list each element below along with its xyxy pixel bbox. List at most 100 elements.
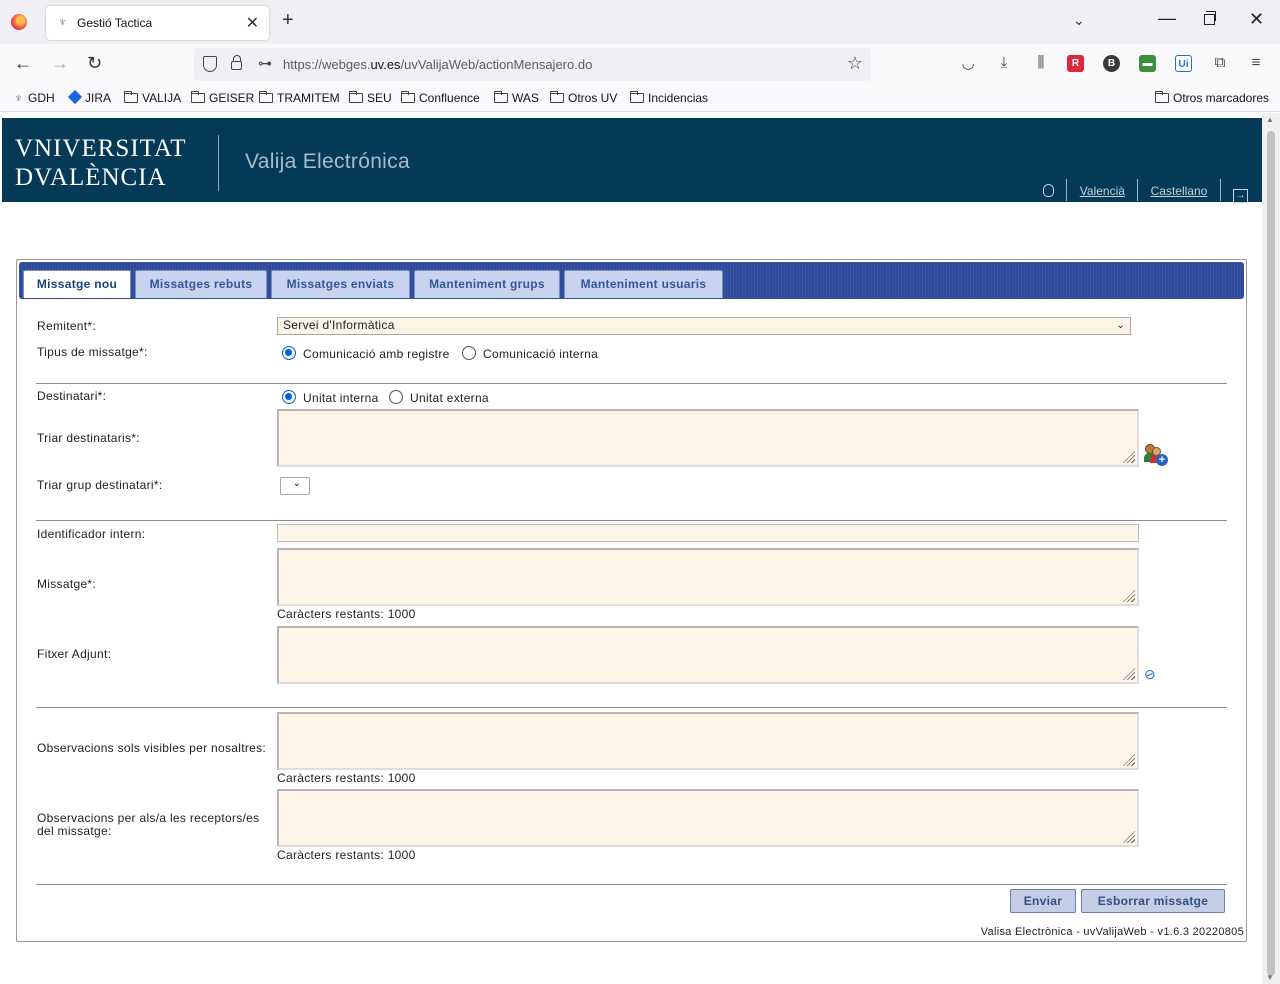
downloads-icon[interactable]: ⤓ <box>994 54 1014 71</box>
logout-icon[interactable]: → <box>1233 189 1248 203</box>
new-tab-icon[interactable]: + <box>282 9 294 32</box>
radio-comunicacio-registre[interactable] <box>282 346 296 360</box>
url-text[interactable]: https://webges.uv.es/uvValijaWeb/actionM… <box>283 57 592 72</box>
tab-title: Gestió Tactica <box>77 16 153 30</box>
enviar-button[interactable]: Enviar <box>1010 889 1076 913</box>
radio-comunicacio-registre-label: Comunicació amb registre <box>303 347 450 361</box>
remitent-label: Remitent*: <box>37 319 97 333</box>
university-logo[interactable]: VNIVERSITAT DVALÈNCIA <box>15 134 187 192</box>
resize-grip-icon[interactable] <box>1123 668 1135 680</box>
bookmark-geiser[interactable]: GEISER <box>190 91 254 105</box>
tab-manteniment-grups[interactable]: Manteniment grups <box>414 270 560 298</box>
forward-icon[interactable]: → <box>51 53 69 74</box>
help-icon[interactable] <box>1043 184 1055 197</box>
add-recipients-icon[interactable]: + <box>1144 444 1168 466</box>
tab-missatges-rebuts[interactable]: Missatges rebuts <box>135 270 267 298</box>
folder-icon <box>1154 91 1169 103</box>
radio-unitat-externa[interactable] <box>389 390 403 404</box>
bookmark-tramitem[interactable]: TRAMITEM <box>258 91 340 105</box>
obs-receptors-label-2: del missatge: <box>37 824 112 838</box>
resize-grip-icon[interactable] <box>1123 831 1135 843</box>
folder-icon <box>629 91 644 103</box>
radio-unitat-externa-label: Unitat externa <box>410 391 489 405</box>
lock-icon[interactable] <box>231 55 242 70</box>
divider <box>36 884 1227 885</box>
list-tabs-chevron-icon[interactable]: ⌄ <box>1073 12 1085 29</box>
page-scrollbar[interactable]: ▲ ▼ <box>1262 113 1280 984</box>
resize-grip-icon[interactable] <box>1123 451 1135 463</box>
tracking-shield-icon[interactable] <box>203 56 217 72</box>
divider <box>36 383 1227 384</box>
browser-tab[interactable]: ♆ Gestió Tactica ✕ <box>46 6 269 40</box>
radio-comunicacio-interna[interactable] <box>462 346 476 360</box>
browser-navbar: ← → ↻ ⊶ https://webges.uv.es/uvValijaWeb… <box>0 44 1280 86</box>
esborrar-missatge-button[interactable]: Esborrar missatge <box>1081 889 1225 913</box>
tab-favicon-icon: ♆ <box>58 15 67 29</box>
lang-valencia-link[interactable]: Valencià <box>1080 184 1125 198</box>
address-bar[interactable]: ⊶ https://webges.uv.es/uvValijaWeb/actio… <box>194 48 871 81</box>
bookmarks-bar: ♆ GDH JIRA VALIJA GEISER TRAMITEM SEU Con… <box>0 86 1280 112</box>
remitent-select[interactable]: Servei d'Informàtica ⌄ <box>277 317 1131 335</box>
bookmark-star-icon[interactable]: ☆ <box>847 53 863 74</box>
firefox-menu-icon[interactable] <box>11 14 27 30</box>
tab-missatges-enviats[interactable]: Missatges enviats <box>271 270 410 298</box>
radio-unitat-interna[interactable] <box>282 390 296 404</box>
tab-close-icon[interactable]: ✕ <box>246 13 259 33</box>
extension-print-icon[interactable]: ▬ <box>1139 55 1156 72</box>
extensions-puzzle-icon[interactable]: ⧉ <box>1210 54 1230 71</box>
back-icon[interactable]: ← <box>14 53 32 74</box>
destinataris-textarea[interactable] <box>277 409 1139 467</box>
identificador-label: Identificador intern: <box>37 527 146 541</box>
form-panel: Missatge nou Missatges rebuts Missatges … <box>16 259 1247 942</box>
lang-castellano-link[interactable]: Castellano <box>1151 184 1208 198</box>
missatge-counter: Caràcters restants: 1000 <box>277 607 416 621</box>
permissions-icon[interactable]: ⊶ <box>258 55 272 72</box>
extension-b-icon[interactable]: B <box>1103 55 1120 72</box>
reload-icon[interactable]: ↻ <box>87 53 102 74</box>
bookmark-incidencias[interactable]: Incidencias <box>629 91 708 105</box>
grup-destinatari-select[interactable]: ⌄ <box>280 477 310 495</box>
page-content: VNIVERSITAT DVALÈNCIA Valija Electrónica… <box>0 113 1262 984</box>
identificador-input[interactable] <box>277 524 1139 542</box>
scroll-thumb[interactable] <box>1267 131 1275 976</box>
restore-icon[interactable] <box>1204 11 1216 25</box>
bookmark-was[interactable]: WAS <box>493 91 539 105</box>
jira-icon <box>67 89 83 105</box>
missatge-label: Missatge*: <box>37 577 97 591</box>
tab-missatge-nou[interactable]: Missatge nou <box>23 270 131 298</box>
tab-strip: Missatge nou Missatges rebuts Missatges … <box>19 262 1244 299</box>
bookmark-otros-uv[interactable]: Otros UV <box>549 91 617 105</box>
library-icon[interactable]: ⫼ <box>1031 54 1051 71</box>
minimize-icon[interactable]: — <box>1158 8 1176 29</box>
obs-nosaltres-textarea[interactable] <box>277 712 1139 770</box>
bookmark-confluence[interactable]: Confluence <box>400 91 480 105</box>
resize-grip-icon[interactable] <box>1123 754 1135 766</box>
destinatari-label: Destinatari*: <box>37 389 107 403</box>
resize-grip-icon[interactable] <box>1123 590 1135 602</box>
folder-icon <box>190 91 205 103</box>
triar-grup-label: Triar grup destinatari*: <box>37 478 163 492</box>
extension-ui-icon[interactable]: Ui <box>1175 55 1192 72</box>
bookmark-seu[interactable]: SEU <box>348 91 392 105</box>
scroll-up-icon[interactable]: ▲ <box>1266 115 1274 124</box>
tipus-label: Tipus de missatge*: <box>37 345 148 359</box>
header-links: Valencià Castellano → <box>1043 179 1248 203</box>
extension-red-icon[interactable]: R <box>1067 55 1084 72</box>
header-divider <box>218 135 219 191</box>
folder-icon <box>400 91 415 103</box>
radio-unitat-interna-label: Unitat interna <box>303 391 379 405</box>
hamburger-menu-icon[interactable]: ≡ <box>1246 54 1266 71</box>
obs-receptors-textarea[interactable] <box>277 789 1139 847</box>
pocket-icon[interactable]: ◡ <box>958 54 978 72</box>
scroll-down-icon[interactable]: ▼ <box>1266 973 1274 982</box>
missatge-textarea[interactable] <box>277 548 1139 606</box>
fitxer-textarea[interactable] <box>277 626 1139 684</box>
bookmark-jira[interactable]: JIRA <box>67 89 111 105</box>
tab-manteniment-usuaris[interactable]: Manteniment usuaris <box>564 270 723 298</box>
folder-icon <box>493 91 508 103</box>
bookmark-valija[interactable]: VALIJA <box>123 91 181 105</box>
window-close-icon[interactable]: ✕ <box>1249 9 1264 30</box>
bookmark-otros-marcadores[interactable]: Otros marcadores <box>1154 91 1269 105</box>
attach-paperclip-icon[interactable]: ⊘ <box>1141 665 1158 685</box>
bookmark-gdh[interactable]: ♆ GDH <box>14 91 55 105</box>
